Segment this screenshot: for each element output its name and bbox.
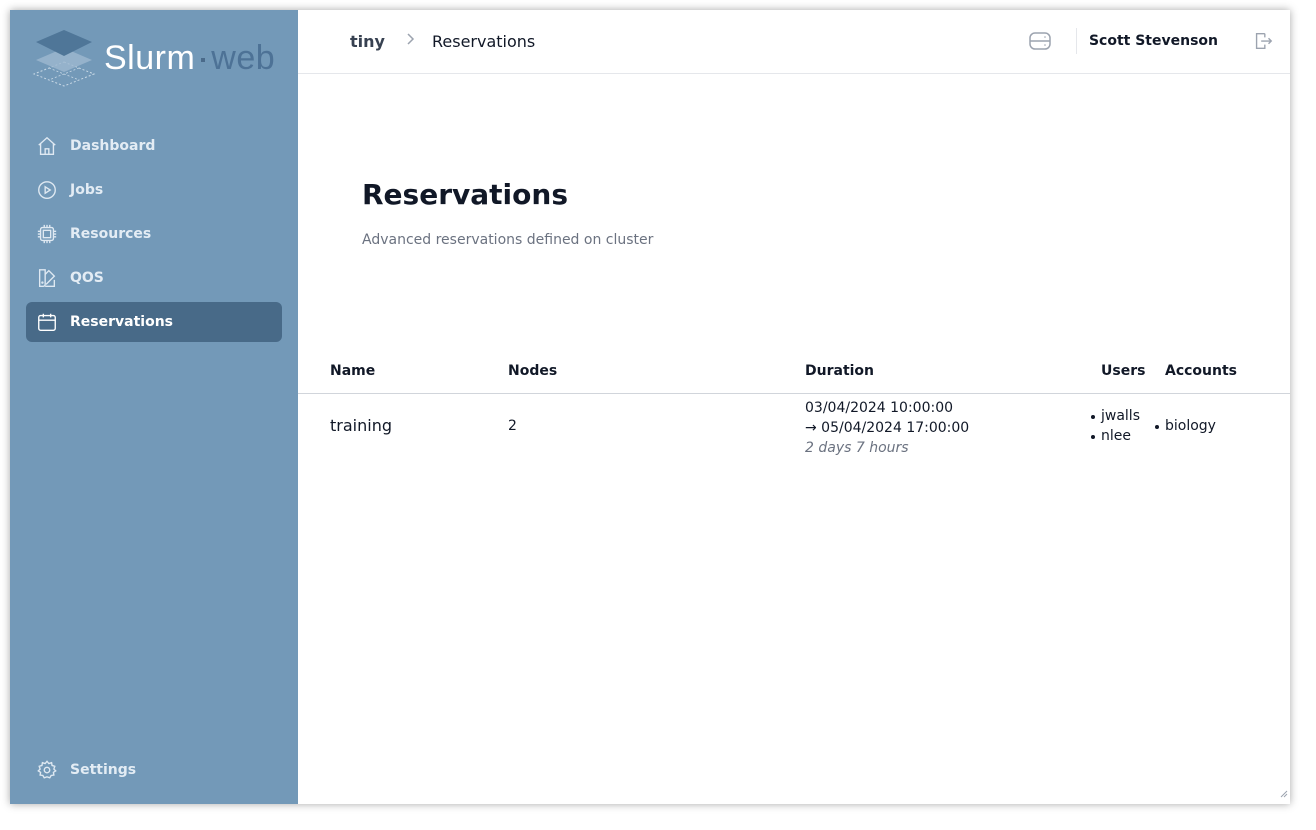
reservation-name: training — [330, 416, 392, 435]
reservation-end: → 05/04/2024 17:00:00 — [805, 420, 970, 436]
logo-text-primary: Slurm — [104, 38, 196, 77]
reservation-start: 03/04/2024 10:00:00 — [805, 400, 954, 416]
logo-text-secondary: web — [211, 38, 276, 77]
sidebar-item-resources[interactable]: Resources — [26, 214, 282, 254]
gear-icon — [36, 759, 58, 781]
sidebar-item-label: Resources — [70, 226, 152, 242]
reservation-duration: 03/04/2024 10:00:00 → 05/04/2024 17:00:0… — [805, 398, 969, 458]
breadcrumb-cluster[interactable]: tiny — [350, 32, 385, 51]
breadcrumb-separator — [406, 32, 416, 50]
logo-layers-icon — [32, 30, 96, 87]
column-header-duration: Duration — [805, 363, 875, 379]
topbar-divider — [1076, 28, 1077, 54]
logo-dot — [201, 58, 206, 62]
sidebar-item-label: Jobs — [70, 182, 104, 198]
column-header-nodes: Nodes — [508, 363, 558, 379]
user-item: nlee — [1089, 426, 1140, 446]
reservation-nodes: 2 — [508, 418, 517, 434]
column-header-accounts: Accounts — [1165, 363, 1238, 379]
sidebar-item-qos[interactable]: QOS — [26, 258, 282, 298]
reservation-span: 2 days 7 hours — [805, 440, 909, 456]
sidebar-item-label: Dashboard — [70, 138, 156, 154]
page-title: Reservations — [362, 178, 568, 211]
user-name: Scott Stevenson — [1088, 33, 1218, 49]
sidebar: Slurm web Dashboard Jobs Resources QOS R… — [10, 10, 298, 804]
breadcrumb-current: Reservations — [432, 32, 536, 51]
calendar-icon — [36, 311, 58, 333]
topbar: tiny Reservations Scott Stevenson — [298, 10, 1290, 74]
reservations-table-header: Name Nodes Duration Users Accounts — [298, 360, 1290, 394]
logout-icon[interactable] — [1252, 30, 1274, 56]
account-item: biology — [1153, 416, 1216, 436]
database-icon[interactable] — [1028, 30, 1052, 56]
main-content: tiny Reservations Scott Stevenson Reserv… — [298, 10, 1290, 804]
user-item: jwalls — [1089, 406, 1140, 426]
app-window: Slurm web Dashboard Jobs Resources QOS R… — [10, 10, 1290, 804]
reservation-accounts: biology — [1153, 416, 1216, 436]
settings-label: Settings — [70, 762, 137, 778]
sidebar-item-label: Reservations — [70, 314, 173, 330]
slurm-web-logo[interactable]: Slurm web — [32, 28, 275, 88]
resize-grip-icon[interactable] — [1278, 783, 1288, 802]
sidebar-item-label: QOS — [70, 270, 104, 286]
sidebar-nav: Dashboard Jobs Resources QOS Reservation… — [26, 126, 282, 346]
chevron-right-icon — [407, 33, 415, 45]
reservation-users: jwalls nlee — [1089, 406, 1140, 446]
column-header-users: Users — [1101, 363, 1146, 379]
column-header-name: Name — [330, 363, 376, 379]
swatch-icon — [36, 267, 58, 289]
sidebar-item-reservations[interactable]: Reservations — [26, 302, 282, 342]
table-row: training 2 03/04/2024 10:00:00 → 05/04/2… — [298, 394, 1290, 464]
sidebar-item-settings[interactable]: Settings — [26, 750, 282, 790]
page-subtitle: Advanced reservations defined on cluster — [362, 232, 654, 248]
home-icon — [36, 135, 58, 157]
sidebar-item-dashboard[interactable]: Dashboard — [26, 126, 282, 166]
play-circle-icon — [36, 179, 58, 201]
cpu-chip-icon — [36, 223, 58, 245]
sidebar-item-jobs[interactable]: Jobs — [26, 170, 282, 210]
